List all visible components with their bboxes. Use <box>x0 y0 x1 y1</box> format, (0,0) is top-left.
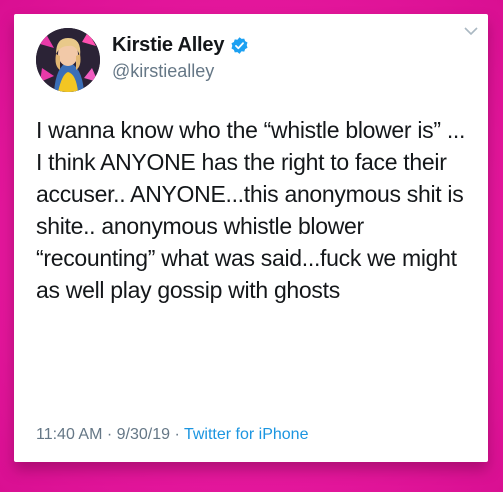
tweet-date[interactable]: 9/30/19 <box>117 426 170 443</box>
tweet-source-link[interactable]: Twitter for iPhone <box>184 426 309 443</box>
meta-separator: · <box>170 426 184 443</box>
avatar[interactable] <box>36 28 100 92</box>
author-name-row: Kirstie Alley <box>112 34 249 57</box>
author-handle[interactable]: @kirstiealley <box>112 61 214 82</box>
tweet-card: Kirstie Alley @kirstiealley I wanna know… <box>14 14 488 462</box>
tweet-metadata: 11:40 AM · 9/30/19 · Twitter for iPhone <box>36 426 308 444</box>
avatar-image <box>36 28 100 92</box>
verified-badge-icon <box>231 37 248 54</box>
meta-separator: · <box>102 426 117 443</box>
chevron-down-icon[interactable] <box>464 26 478 36</box>
author-name[interactable]: Kirstie Alley <box>112 34 224 57</box>
tweet-text: I wanna know who the “whistle blower is”… <box>36 117 466 303</box>
tweet-time[interactable]: 11:40 AM <box>36 426 102 443</box>
